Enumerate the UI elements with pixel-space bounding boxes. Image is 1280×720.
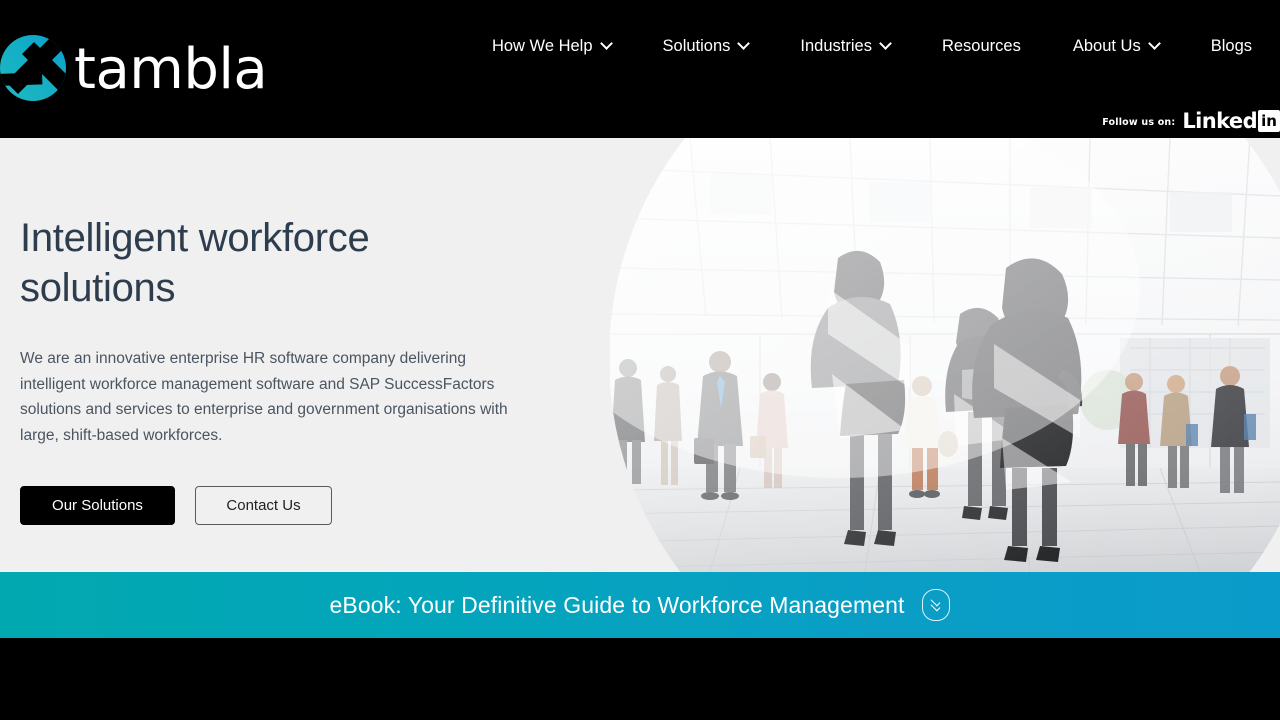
nav-label: About Us (1072, 37, 1141, 55)
ebook-banner[interactable]: eBook: Your Definitive Guide to Workforc… (0, 572, 1280, 638)
nav-label: Blogs (1210, 37, 1252, 55)
brand-logo[interactable]: tambla (0, 28, 268, 108)
nav-label: Resources (941, 37, 1021, 55)
double-chevron-down-icon (930, 596, 942, 612)
linkedin-wordmark: Linked (1182, 109, 1257, 133)
chevron-down-icon (737, 36, 751, 50)
nav-item-how-we-help[interactable]: How We Help (466, 30, 637, 62)
linkedin-badge: in (1258, 110, 1280, 132)
main-navigation: How We Help Solutions Industries Resourc… (466, 30, 1266, 62)
nav-item-industries[interactable]: Industries (774, 30, 916, 62)
ebook-banner-title: eBook: Your Definitive Guide to Workforc… (329, 592, 905, 618)
brand-wordmark: tambla (74, 37, 268, 102)
hero-image (610, 138, 1280, 572)
nav-label: How We Help (491, 37, 593, 55)
page-footer-area (0, 638, 1280, 720)
ebook-expand-button[interactable] (922, 589, 951, 621)
our-solutions-button[interactable]: Our Solutions (20, 486, 175, 525)
follow-us-linkedin[interactable]: Follow us on: Linked in (1102, 110, 1280, 132)
page-root: tambla How We Help Solutions Industries … (0, 0, 1280, 720)
hero-section: Intelligent workforce solutions We are a… (0, 138, 1280, 572)
contact-us-button[interactable]: Contact Us (195, 486, 332, 525)
nav-label: Industries (800, 37, 872, 55)
nav-item-blogs[interactable]: Blogs (1185, 30, 1266, 62)
nav-item-resources[interactable]: Resources (916, 30, 1047, 62)
chevron-down-icon (879, 36, 892, 50)
site-header: tambla How We Help Solutions Industries … (0, 0, 1280, 138)
nav-item-solutions[interactable]: Solutions (637, 30, 775, 62)
chevron-down-icon (1147, 36, 1161, 50)
tambla-logo-icon (0, 32, 66, 104)
nav-item-about-us[interactable]: About Us (1047, 30, 1185, 62)
hero-description: We are an innovative enterprise HR softw… (20, 350, 508, 444)
linkedin-icon: Linked in (1182, 110, 1280, 132)
hero-copy: Intelligent workforce solutions We are a… (20, 213, 560, 525)
nav-label: Solutions (662, 37, 731, 55)
follow-us-label: Follow us on: (1102, 117, 1176, 128)
hero-cta-group: Our Solutions Contact Us (20, 486, 560, 525)
page-title: Intelligent workforce solutions (20, 216, 370, 310)
chevron-down-icon (599, 36, 613, 50)
